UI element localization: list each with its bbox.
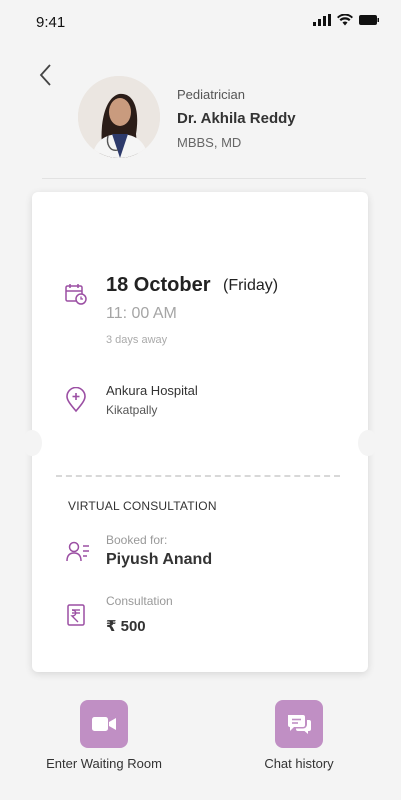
wifi-icon [337,14,353,26]
appointment-time: 11: 00 AM [106,305,177,322]
chat-history-label[interactable]: Chat history [219,756,379,771]
signal-icon [313,14,331,26]
ticket-notch-right [358,430,378,456]
status-icons [313,14,379,26]
doctor-avatar [78,76,160,158]
ticket-dashed-divider [56,475,340,477]
calendar-clock-icon [65,284,87,305]
chat-bubbles-icon [288,715,311,734]
consultation-type: VIRTUAL CONSULTATION [68,499,217,513]
chevron-left-icon [39,64,51,86]
ticket-notch-left [22,430,42,456]
back-button[interactable] [36,62,56,90]
appointment-card [32,192,368,672]
rupee-receipt-icon [67,604,85,626]
appointment-day: (Friday) [223,277,279,294]
enter-waiting-room-label[interactable]: Enter Waiting Room [24,756,184,771]
header-divider [42,178,366,179]
doctor-photo-icon [78,76,160,158]
patient-icon [66,541,89,562]
battery-icon [359,15,379,25]
status-bar: 9:41 [0,0,401,44]
booked-for-label: Booked for: [106,533,168,547]
location-pin-icon [66,387,86,413]
status-time: 9:41 [36,14,66,31]
doctor-specialty: Pediatrician [177,87,245,102]
hospital-name: Ankura Hospital [106,383,198,398]
video-camera-icon [92,717,116,731]
appointment-date: 18 October [106,274,211,296]
doctor-name: Dr. Akhila Reddy [177,110,296,127]
enter-waiting-room-button[interactable] [80,700,128,748]
patient-name: Piyush Anand [106,551,213,568]
consultation-fee-label: Consultation [106,594,173,608]
consultation-fee-amount: ₹ 500 [106,618,146,635]
chat-history-button[interactable] [275,700,323,748]
hospital-area: Kikatpally [106,403,158,417]
doctor-qualifications: MBBS, MD [177,135,242,150]
appointment-relative: 3 days away [106,334,168,346]
